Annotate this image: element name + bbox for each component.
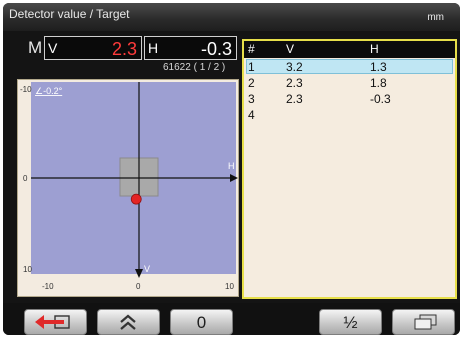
- half-button-label: ½: [343, 313, 358, 332]
- row-v-value: 3.2: [286, 60, 303, 74]
- row-v-value: 2.3: [286, 92, 303, 106]
- measurement-counter: 61622 ( 1 / 2 ): [163, 62, 226, 73]
- y-tick-label: 10: [23, 265, 32, 274]
- stacked-windows-icon: [414, 314, 437, 330]
- table-header: # V H: [244, 41, 455, 58]
- row-index: 4: [248, 108, 255, 122]
- h-readout: H -0.3: [144, 36, 237, 60]
- h-axis-label: H: [228, 161, 235, 171]
- zero-button[interactable]: 0: [170, 309, 233, 335]
- v-readout: V 2.3: [44, 36, 142, 60]
- column-header-v: V: [286, 42, 295, 56]
- half-button[interactable]: ½: [319, 309, 382, 335]
- row-v-value: 2.3: [286, 76, 303, 90]
- exit-arrow-icon: [35, 315, 70, 329]
- row-h-value: 1.3: [370, 60, 387, 74]
- title-bar: Detector value / Target mm: [3, 3, 460, 31]
- column-header-h: H: [370, 42, 379, 56]
- v-readout-label: V: [48, 40, 58, 56]
- double-chevron-up-icon: [120, 314, 136, 330]
- column-header-index: #: [248, 42, 255, 56]
- target-plot-frame: H V ∠-0.2° -10 0 10 -10 0 10: [17, 79, 239, 297]
- exit-button[interactable]: [24, 309, 87, 335]
- x-tick-label: 10: [225, 282, 234, 291]
- h-readout-value: -0.3: [200, 39, 232, 59]
- unit-label: mm: [427, 12, 444, 23]
- x-tick-label: 0: [136, 282, 141, 291]
- selected-row-highlight: [246, 59, 453, 74]
- scroll-up-button[interactable]: [97, 309, 160, 335]
- detector-screen: Detector value / Target mm M V 2.3 H -0.…: [3, 3, 460, 335]
- h-readout-label: H: [148, 40, 159, 56]
- bottom-toolbar: 0 ½: [3, 303, 460, 335]
- row-h-value: 1.8: [370, 76, 387, 90]
- v-axis-label: V: [144, 264, 150, 274]
- row-h-value: -0.3: [370, 92, 391, 106]
- row-index: 2: [248, 76, 255, 90]
- mode-indicator: M: [28, 38, 43, 57]
- windows-button[interactable]: [392, 309, 455, 335]
- row-index: 1: [248, 60, 255, 74]
- measured-point: [130, 193, 142, 205]
- v-readout-value: 2.3: [111, 39, 137, 59]
- angle-readout: ∠-0.2°: [35, 86, 63, 96]
- window-title: Detector value / Target: [9, 7, 130, 21]
- y-tick-label: 0: [23, 174, 28, 183]
- target-plot[interactable]: H V ∠-0.2° -10 0 10 -10 0 10: [18, 80, 238, 296]
- results-table: # V H 1 3.2 1.3 2 2.3 1.8 3 2.3 -0.3 4: [242, 39, 457, 299]
- zero-button-label: 0: [196, 313, 207, 332]
- row-index: 3: [248, 92, 255, 106]
- x-tick-label: -10: [42, 282, 54, 291]
- y-tick-label: -10: [20, 85, 32, 94]
